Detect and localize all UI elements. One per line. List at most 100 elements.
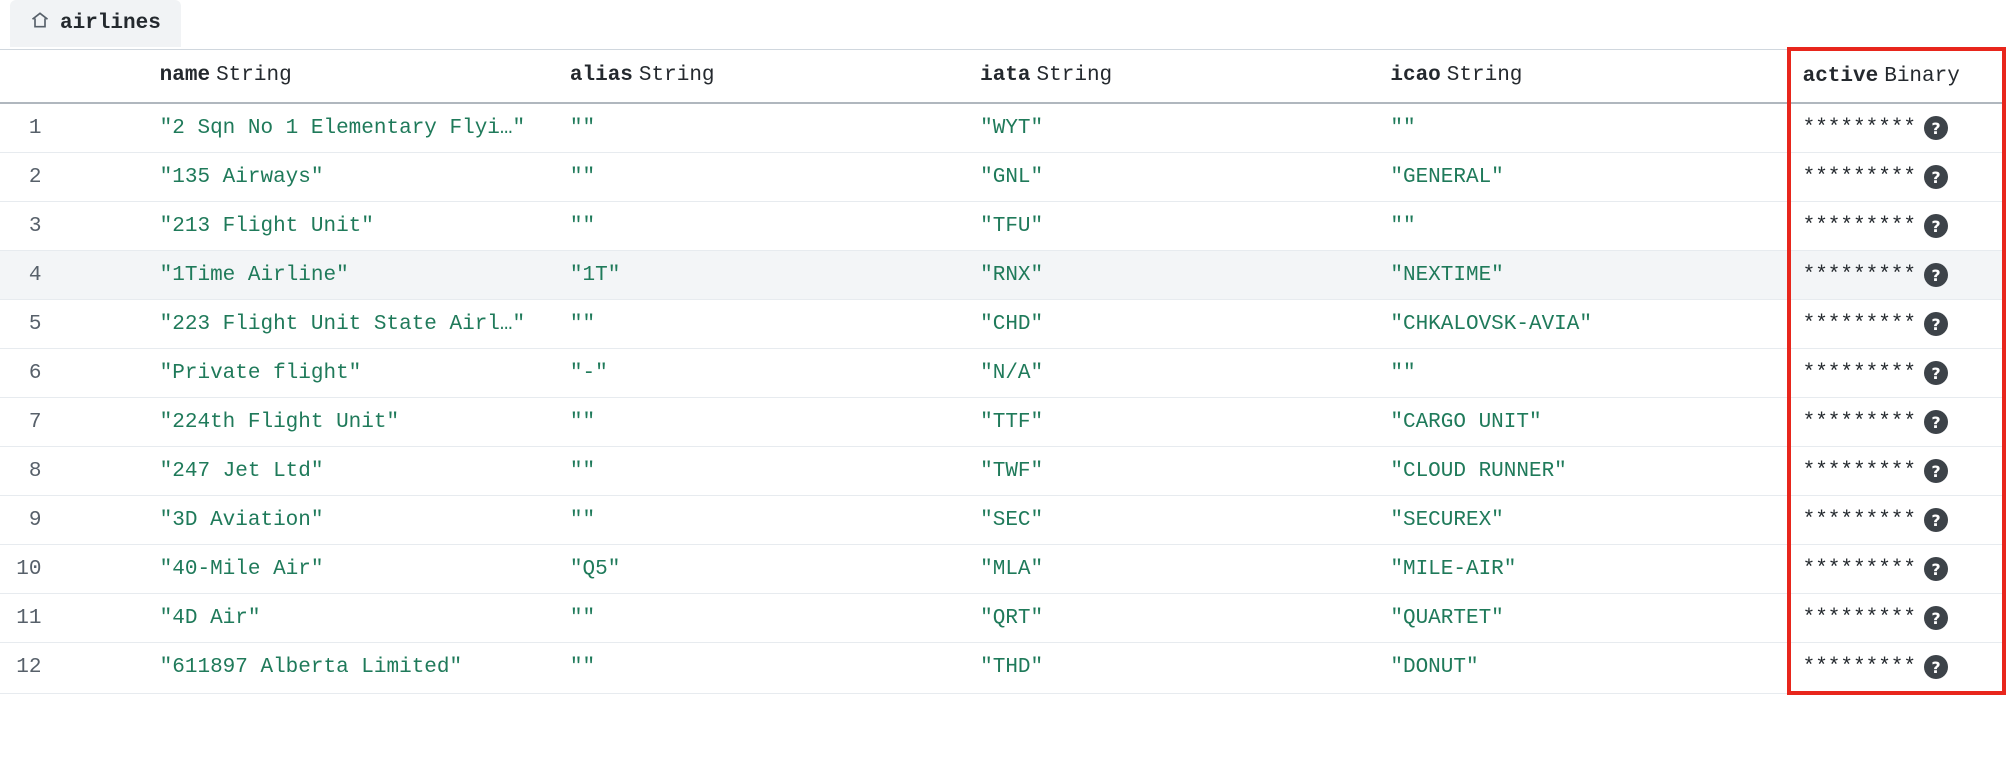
cell-active[interactable]: *********? xyxy=(1789,594,2004,643)
col-header-iata[interactable]: iataString xyxy=(968,49,1378,103)
help-icon[interactable]: ? xyxy=(1924,459,1948,483)
cell-active[interactable]: *********? xyxy=(1789,545,2004,594)
help-icon[interactable]: ? xyxy=(1924,557,1948,581)
help-icon[interactable]: ? xyxy=(1924,312,1948,336)
cell-icao[interactable]: "" xyxy=(1378,202,1788,251)
table-row[interactable]: 4 "1Time Airline""1T""RNX""NEXTIME"******… xyxy=(0,251,2004,300)
cell-active[interactable]: *********? xyxy=(1789,153,2004,202)
cell-alias[interactable]: "" xyxy=(558,398,968,447)
help-icon[interactable]: ? xyxy=(1924,410,1948,434)
cell-alias[interactable]: "" xyxy=(558,594,968,643)
cell-iata[interactable]: "TWF" xyxy=(968,447,1378,496)
cell-active[interactable]: *********? xyxy=(1789,447,2004,496)
cell-name[interactable]: "213 Flight Unit" xyxy=(148,202,558,251)
cell-icao[interactable]: "CHKALOVSK-AVIA" xyxy=(1378,300,1788,349)
help-icon[interactable]: ? xyxy=(1924,214,1948,238)
cell-name[interactable]: "3D Aviation" xyxy=(148,496,558,545)
cell-alias[interactable]: "1T" xyxy=(558,251,968,300)
table-row[interactable]: 1"2 Sqn No 1 Elementary Flyi…""""WYT"""*… xyxy=(0,103,2004,153)
cell-alias[interactable]: "" xyxy=(558,202,968,251)
table-row[interactable]: 12"611897 Alberta Limited""""THD""DONUT"… xyxy=(0,643,2004,694)
cell-iata[interactable]: "TFU" xyxy=(968,202,1378,251)
table-row[interactable]: 3"213 Flight Unit""""TFU"""*********? xyxy=(0,202,2004,251)
cell-alias[interactable]: "" xyxy=(558,447,968,496)
cell-name[interactable]: "40-Mile Air" xyxy=(148,545,558,594)
col-header-icao[interactable]: icaoString xyxy=(1378,49,1788,103)
cell-icao[interactable]: "CARGO UNIT" xyxy=(1378,398,1788,447)
row-gutter xyxy=(59,103,147,153)
cell-active[interactable]: *********? xyxy=(1789,643,2004,694)
cell-value: "MILE-AIR" xyxy=(1390,558,1774,581)
cell-alias[interactable]: "-" xyxy=(558,349,968,398)
cell-alias[interactable]: "" xyxy=(558,300,968,349)
cell-value: "QUARTET" xyxy=(1390,607,1774,630)
help-icon[interactable]: ? xyxy=(1924,263,1948,287)
table-row[interactable]: 8"247 Jet Ltd""""TWF""CLOUD RUNNER"*****… xyxy=(0,447,2004,496)
cell-iata[interactable]: "GNL" xyxy=(968,153,1378,202)
cell-name[interactable]: "2 Sqn No 1 Elementary Flyi…" xyxy=(148,103,558,153)
cell-alias[interactable]: "" xyxy=(558,496,968,545)
cell-name[interactable]: "Private flight" xyxy=(148,349,558,398)
cell-value: "CARGO UNIT" xyxy=(1390,411,1774,434)
cell-iata[interactable]: "SEC" xyxy=(968,496,1378,545)
cell-iata[interactable]: "QRT" xyxy=(968,594,1378,643)
help-icon[interactable]: ? xyxy=(1924,606,1948,630)
cell-icao[interactable]: "QUARTET" xyxy=(1378,594,1788,643)
cell-name[interactable]: "224th Flight Unit" xyxy=(148,398,558,447)
cell-icao[interactable]: "DONUT" xyxy=(1378,643,1788,694)
cell-icao[interactable]: "CLOUD RUNNER" xyxy=(1378,447,1788,496)
table-name: airlines xyxy=(60,12,161,35)
cell-icao[interactable]: "" xyxy=(1378,103,1788,153)
table-row[interactable]: 11"4D Air""""QRT""QUARTET"*********? xyxy=(0,594,2004,643)
cell-alias[interactable]: "" xyxy=(558,153,968,202)
cell-active[interactable]: *********? xyxy=(1789,251,2004,300)
cell-name[interactable]: "223 Flight Unit State Airl…" xyxy=(148,300,558,349)
cell-active[interactable]: *********? xyxy=(1789,496,2004,545)
cell-iata[interactable]: "RNX" xyxy=(968,251,1378,300)
col-header-active[interactable]: activeBinary xyxy=(1789,49,2004,103)
row-gutter xyxy=(59,202,147,251)
cell-iata[interactable]: "WYT" xyxy=(968,103,1378,153)
table-row[interactable]: 5"223 Flight Unit State Airl…""""CHD""CH… xyxy=(0,300,2004,349)
cell-name[interactable]: "4D Air" xyxy=(148,594,558,643)
cell-active[interactable]: *********? xyxy=(1789,398,2004,447)
table-row[interactable]: 6"Private flight""-""N/A"""*********? xyxy=(0,349,2004,398)
table-row[interactable]: 9"3D Aviation""""SEC""SECUREX"*********? xyxy=(0,496,2004,545)
row-gutter xyxy=(59,251,147,300)
table-row[interactable]: 2"135 Airways""""GNL""GENERAL"*********? xyxy=(0,153,2004,202)
col-header-name[interactable]: nameString xyxy=(148,49,558,103)
cell-alias[interactable]: "" xyxy=(558,643,968,694)
cell-iata[interactable]: "THD" xyxy=(968,643,1378,694)
binary-mask: ********* xyxy=(1803,558,1916,581)
help-icon[interactable]: ? xyxy=(1924,165,1948,189)
help-icon[interactable]: ? xyxy=(1924,361,1948,385)
cell-icao[interactable]: "SECUREX" xyxy=(1378,496,1788,545)
cell-alias[interactable]: "Q5" xyxy=(558,545,968,594)
cell-iata[interactable]: "N/A" xyxy=(968,349,1378,398)
cell-icao[interactable]: "NEXTIME" xyxy=(1378,251,1788,300)
cell-name[interactable]: "611897 Alberta Limited" xyxy=(148,643,558,694)
cell-icao[interactable]: "" xyxy=(1378,349,1788,398)
table-row[interactable]: 10"40-Mile Air""Q5""MLA""MILE-AIR"******… xyxy=(0,545,2004,594)
table-row[interactable]: 7"224th Flight Unit""""TTF""CARGO UNIT"*… xyxy=(0,398,2004,447)
cell-active[interactable]: *********? xyxy=(1789,300,2004,349)
cell-active[interactable]: *********? xyxy=(1789,202,2004,251)
col-header-alias[interactable]: aliasString xyxy=(558,49,968,103)
cell-name[interactable]: "135 Airways" xyxy=(148,153,558,202)
cell-name[interactable]: "1Time Airline" xyxy=(148,251,558,300)
help-icon[interactable]: ? xyxy=(1924,116,1948,140)
cell-active[interactable]: *********? xyxy=(1789,349,2004,398)
help-icon[interactable]: ? xyxy=(1924,508,1948,532)
cell-iata[interactable]: "CHD" xyxy=(968,300,1378,349)
row-number: 4 xyxy=(0,251,59,300)
help-icon[interactable]: ? xyxy=(1924,655,1948,679)
cell-iata[interactable]: "TTF" xyxy=(968,398,1378,447)
cell-active[interactable]: *********? xyxy=(1789,103,2004,153)
binary-mask: ********* xyxy=(1803,362,1916,385)
table-tab[interactable]: airlines xyxy=(10,0,181,47)
cell-alias[interactable]: "" xyxy=(558,103,968,153)
cell-icao[interactable]: "GENERAL" xyxy=(1378,153,1788,202)
cell-name[interactable]: "247 Jet Ltd" xyxy=(148,447,558,496)
cell-icao[interactable]: "MILE-AIR" xyxy=(1378,545,1788,594)
cell-iata[interactable]: "MLA" xyxy=(968,545,1378,594)
